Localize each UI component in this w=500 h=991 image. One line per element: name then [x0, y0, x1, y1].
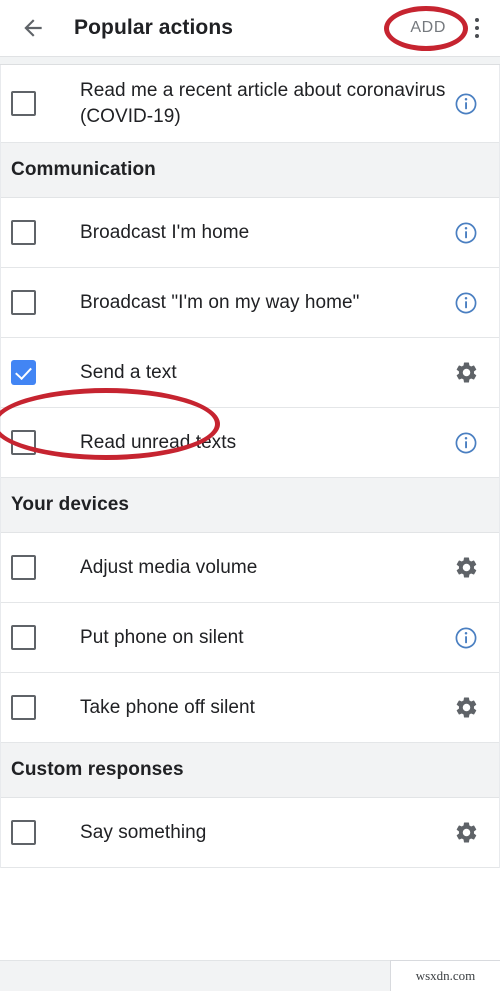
gear-icon[interactable]: [453, 820, 479, 846]
info-icon[interactable]: [453, 220, 479, 246]
gear-icon[interactable]: [453, 555, 479, 581]
list-item-label: Adjust media volume: [80, 556, 258, 578]
gear-icon[interactable]: [453, 695, 479, 721]
appbar-divider: [0, 56, 500, 65]
list-item[interactable]: Send a text: [1, 338, 499, 408]
list-item-label: Say something: [80, 821, 207, 843]
app-screen: Popular actions ADD Read me a recent art…: [0, 0, 500, 991]
more-dot: [474, 18, 480, 23]
list-item-label: Read me a recent article about coronavir…: [80, 79, 446, 127]
checkbox-unchecked[interactable]: [11, 220, 36, 245]
list-item[interactable]: Adjust media volume: [1, 533, 499, 603]
checkbox-unchecked[interactable]: [11, 91, 36, 116]
back-button[interactable]: [12, 7, 54, 49]
section-header: Custom responses: [1, 743, 499, 798]
list-item-label: Take phone off silent: [80, 696, 255, 718]
more-dot: [474, 33, 480, 38]
list-item-label: Send a text: [80, 361, 177, 383]
info-icon[interactable]: [453, 625, 479, 651]
list-item[interactable]: Read unread texts: [1, 408, 499, 478]
checkbox-unchecked[interactable]: [11, 430, 36, 455]
list-item-label: Read unread texts: [80, 431, 237, 453]
list-item[interactable]: Take phone off silent: [1, 673, 499, 743]
section-header: Your devices: [1, 478, 499, 533]
more-dot: [474, 25, 480, 31]
checkbox-unchecked[interactable]: [11, 290, 36, 315]
checkbox-unchecked[interactable]: [11, 695, 36, 720]
gear-icon[interactable]: [453, 360, 479, 386]
info-icon[interactable]: [453, 290, 479, 316]
arrow-left-icon: [20, 15, 46, 41]
footer-band: wsxdn.com: [0, 960, 500, 991]
checkbox-unchecked[interactable]: [11, 820, 36, 845]
list-item[interactable]: Say something: [1, 798, 499, 868]
list-item[interactable]: Read me a recent article about coronavir…: [1, 65, 499, 143]
section-header: Communication: [1, 143, 499, 198]
list-item[interactable]: Put phone on silent: [1, 603, 499, 673]
app-bar: Popular actions ADD: [0, 0, 500, 56]
info-icon[interactable]: [453, 430, 479, 456]
list-item[interactable]: Broadcast I'm home: [1, 198, 499, 268]
list-item-label: Put phone on silent: [80, 626, 244, 648]
actions-list: Read me a recent article about coronavir…: [0, 65, 500, 868]
list-item-label: Broadcast "I'm on my way home": [80, 291, 360, 313]
checkbox-checked[interactable]: [11, 360, 36, 385]
list-item[interactable]: Broadcast "I'm on my way home": [1, 268, 499, 338]
checkbox-unchecked[interactable]: [11, 555, 36, 580]
page-title: Popular actions: [74, 16, 234, 39]
add-button[interactable]: ADD: [396, 13, 460, 43]
list-item-label: Broadcast I'm home: [80, 221, 250, 243]
watermark: wsxdn.com: [390, 960, 500, 991]
checkbox-unchecked[interactable]: [11, 625, 36, 650]
info-icon[interactable]: [453, 91, 479, 117]
more-vert-icon[interactable]: [464, 7, 490, 49]
